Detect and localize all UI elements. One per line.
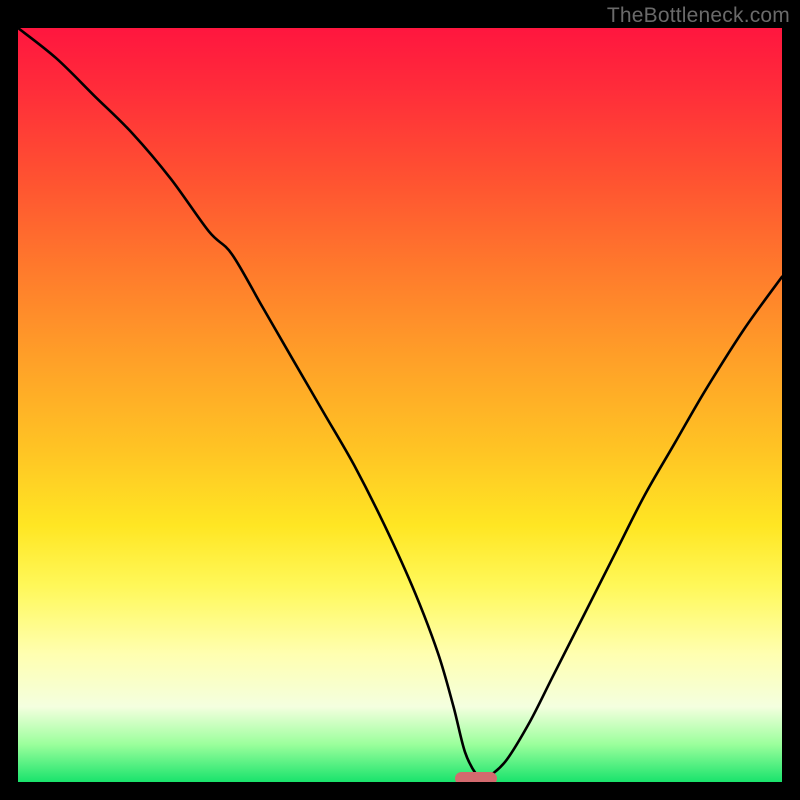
bottleneck-curve: [18, 28, 782, 782]
chart-frame: TheBottleneck.com: [0, 0, 800, 800]
watermark-text: TheBottleneck.com: [607, 4, 790, 28]
plot-area: [18, 28, 782, 782]
optimal-marker: [455, 772, 497, 782]
